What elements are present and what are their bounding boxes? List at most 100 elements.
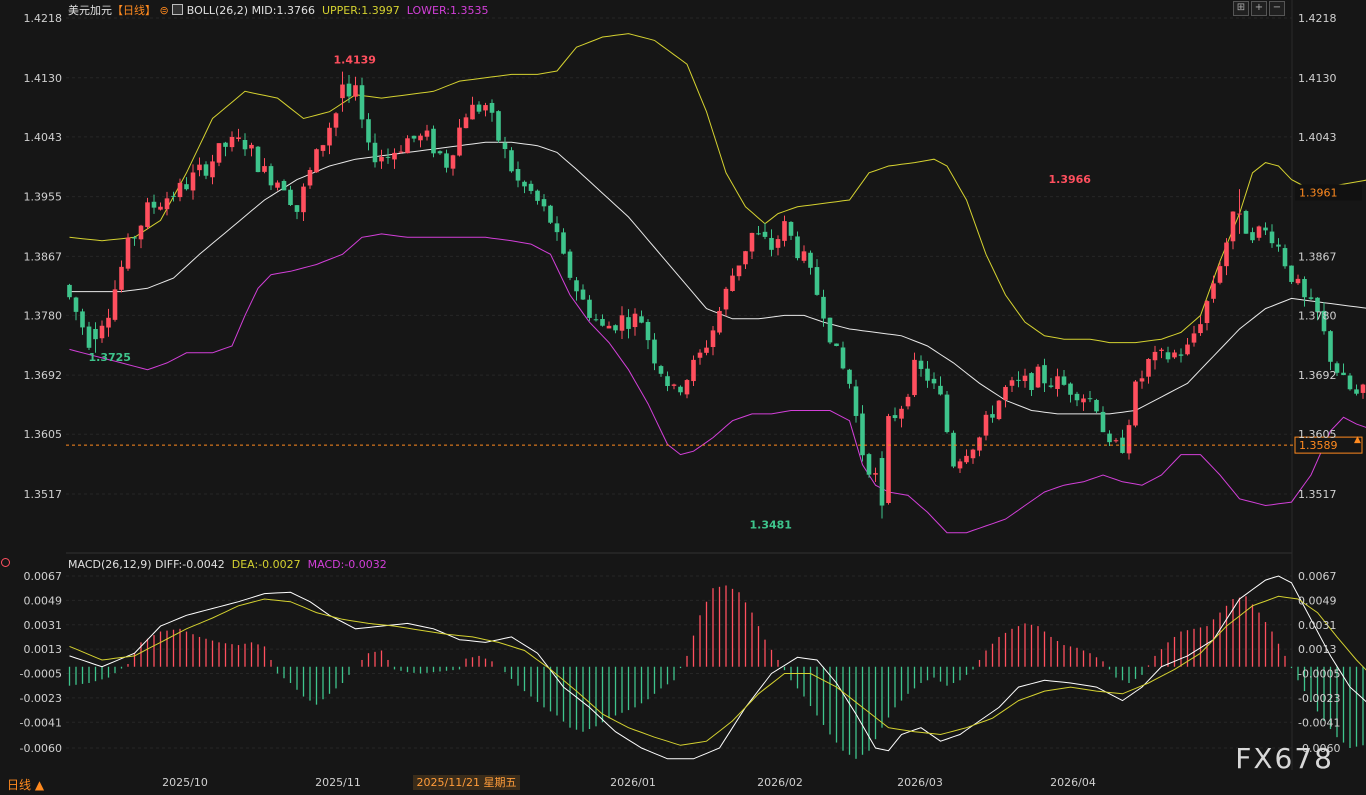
y-tick-left: 1.3517 xyxy=(24,488,63,501)
down-candle xyxy=(652,339,657,364)
up-candle xyxy=(1009,380,1015,386)
down-candle xyxy=(281,180,287,191)
up-candle xyxy=(1139,378,1145,382)
down-candle xyxy=(346,83,352,97)
zoom-out-icon[interactable]: − xyxy=(1269,1,1285,16)
macd-y-tick-left: -0.0005 xyxy=(20,668,62,681)
down-candle xyxy=(359,85,365,120)
down-candle xyxy=(1165,352,1171,360)
down-candle xyxy=(574,280,579,292)
up-candle xyxy=(1211,283,1216,299)
down-candle xyxy=(1016,379,1021,381)
macd-header: MACD(26,12,9) DIFF:-0.0042 DEA:-0.0027 M… xyxy=(68,558,387,571)
down-candle xyxy=(444,153,449,168)
x-tick-label: 2026/04 xyxy=(1050,776,1096,789)
up-candle xyxy=(333,113,339,128)
down-candle xyxy=(1094,399,1099,412)
down-candle xyxy=(1302,279,1307,298)
chart-canvas[interactable]: 1.41391.37251.34811.39661.35891.3961▲ 1.… xyxy=(0,0,1366,795)
boll-label: BOLL(26,2) xyxy=(186,4,249,17)
fullscreen-icon[interactable]: ⊞ xyxy=(1233,1,1249,16)
down-candle xyxy=(67,284,72,298)
down-candle xyxy=(1250,232,1255,241)
down-candle xyxy=(288,189,293,206)
up-candle xyxy=(398,151,404,153)
period-switch-button[interactable]: 日线 ▲ xyxy=(7,776,44,793)
down-candle xyxy=(1341,372,1346,376)
up-candle xyxy=(112,289,118,320)
up-candle xyxy=(197,164,202,171)
up-candle xyxy=(424,130,430,137)
down-candle xyxy=(93,328,98,340)
down-candle xyxy=(827,317,833,343)
down-candle xyxy=(411,135,417,139)
up-candle xyxy=(470,104,475,120)
macd-panel xyxy=(68,575,1366,760)
up-candle xyxy=(1022,375,1028,382)
macd-label: MACD(26,12,9) xyxy=(68,558,152,571)
price-annotation: 1.4139 xyxy=(334,54,376,67)
zoom-in-icon[interactable]: + xyxy=(1251,1,1267,16)
down-candle xyxy=(938,385,943,395)
down-candle xyxy=(645,321,651,341)
x-tick-label: 2025/10 xyxy=(162,776,208,789)
down-candle xyxy=(1276,244,1281,247)
up-candle xyxy=(216,143,222,163)
down-candle xyxy=(840,347,846,369)
down-candle xyxy=(795,236,800,259)
down-candle xyxy=(509,150,514,172)
panel-close-icon[interactable] xyxy=(1,558,10,567)
down-candle xyxy=(1263,227,1268,231)
down-candle xyxy=(1029,373,1034,391)
up-candle xyxy=(1191,333,1197,343)
settings-icon[interactable]: ⊜ xyxy=(160,4,169,17)
y-tick-right: 1.3692 xyxy=(1298,369,1337,382)
up-candle xyxy=(691,359,696,382)
price-annotations: 1.41391.37251.34811.39661.35891.3961▲ xyxy=(66,54,1363,531)
up-candle xyxy=(632,313,638,328)
up-candle xyxy=(314,149,319,173)
macd-y-tick-right: 0.0049 xyxy=(1298,594,1337,607)
down-candle xyxy=(658,366,664,374)
price-annotation: 1.3481 xyxy=(750,518,792,531)
down-candle xyxy=(1282,248,1288,267)
up-candle xyxy=(405,138,410,154)
boll-lower: LOWER:1.3535 xyxy=(406,4,489,17)
down-candle xyxy=(1087,398,1093,400)
down-candle xyxy=(1243,210,1249,234)
up-candle xyxy=(1295,278,1301,284)
down-candle xyxy=(1048,385,1054,387)
up-candle xyxy=(1224,242,1229,267)
down-candle xyxy=(431,128,436,154)
up-candle xyxy=(1146,359,1151,377)
up-candle xyxy=(210,161,215,178)
boll-upper-line xyxy=(69,33,1366,344)
indicator-toggle-icon[interactable] xyxy=(172,4,184,15)
down-candle xyxy=(1178,354,1184,356)
y-tick-left: 1.3780 xyxy=(24,309,63,322)
up-candle xyxy=(1152,351,1158,361)
up-candle xyxy=(697,352,703,358)
up-candle xyxy=(873,473,878,475)
y-tick-left: 1.3605 xyxy=(24,428,63,441)
macd-y-tick-left: 0.0031 xyxy=(24,619,63,632)
down-candle xyxy=(268,166,274,186)
up-candle xyxy=(730,275,735,292)
down-candle xyxy=(1269,231,1275,244)
y-tick-right: 1.4130 xyxy=(1298,72,1337,85)
down-candle xyxy=(613,325,618,331)
up-candle xyxy=(970,449,976,459)
up-candle xyxy=(684,380,690,395)
down-candle xyxy=(528,183,534,191)
up-candle xyxy=(1133,381,1138,426)
up-candle xyxy=(1113,440,1119,442)
up-candle xyxy=(619,315,625,331)
up-candle xyxy=(1055,376,1060,389)
down-candle xyxy=(834,343,839,347)
down-candle xyxy=(814,267,820,295)
macd-diff-line xyxy=(69,575,1366,760)
up-candle xyxy=(749,232,755,252)
down-candle xyxy=(1328,331,1333,362)
up-candle xyxy=(1126,425,1132,454)
up-candle xyxy=(1230,211,1236,242)
